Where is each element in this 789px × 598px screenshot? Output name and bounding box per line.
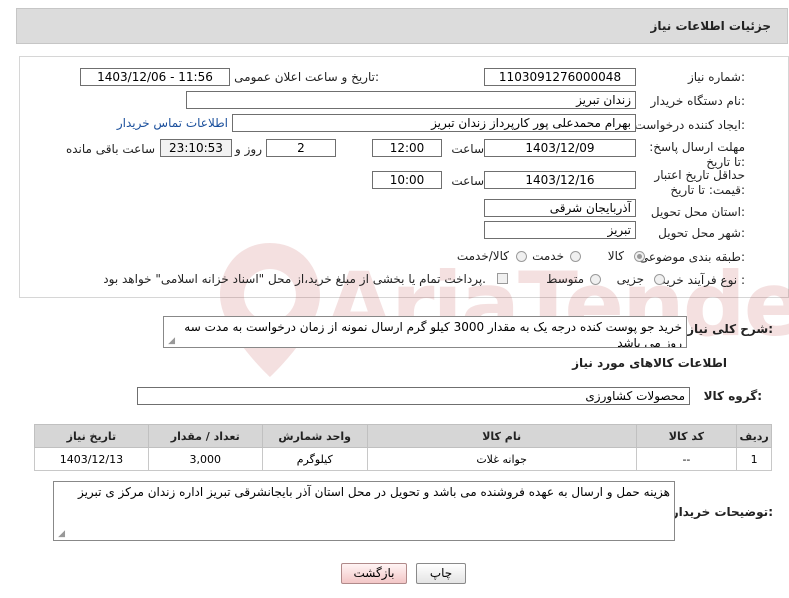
price-validity-time-field: 10:00 <box>372 171 442 189</box>
delivery-city-field: تبریز <box>484 221 636 239</box>
need-number-label: شماره نیاز: <box>687 70 745 84</box>
process-minor-label: جزیی <box>616 272 644 286</box>
goods-group-label: گروه کالا: <box>703 389 762 403</box>
price-validity-label: حداقل تاریخ اعتبار قیمت: تا تاریخ: <box>654 168 745 197</box>
requester-field: بهرام محمدعلی پور کارپرداز زندان تبریز <box>232 114 636 132</box>
resize-grip-icon: ◢ <box>58 529 65 539</box>
col-qty-header: تعداد / مقدار <box>147 424 263 448</box>
print-button[interactable]: چاپ <box>416 563 466 584</box>
buyer-org-field: زندان تبریز <box>186 91 636 109</box>
reply-deadline-time-label: ساعت <box>451 142 484 156</box>
delivery-province-label: استان محل تحویل: <box>650 205 745 219</box>
row-number-cell: 1 <box>736 447 772 471</box>
price-validity-time-label: ساعت <box>451 174 484 188</box>
category-goods-service-label: کالا/خدمت <box>456 249 509 263</box>
treasury-payment-note: پرداخت تمام یا بخشی از مبلغ خرید،از محل … <box>103 272 486 286</box>
description-label: شرح کلی نیاز: <box>687 322 773 336</box>
category-service-label: خدمت <box>532 249 564 263</box>
description-textarea[interactable]: خرید جو پوست کنده درجه یک به مقدار 3000 … <box>163 316 687 348</box>
process-medium-label: متوسط <box>546 272 584 286</box>
item-qty-cell: 3,000 <box>147 447 263 471</box>
announce-datetime-label: تاریخ و ساعت اعلان عمومی: <box>234 70 379 84</box>
description-text: خرید جو پوست کنده درجه یک به مقدار 3000 … <box>184 320 682 348</box>
reply-deadline-label: مهلت ارسال پاسخ: تا تاریخ: <box>649 140 745 169</box>
announce-datetime-field: 1403/12/06 - 11:56 <box>80 68 230 86</box>
purchase-process-label: نوع فرآیند خرید : <box>660 273 745 287</box>
delivery-city-label: شهر محل تحویل: <box>658 226 745 240</box>
category-service-radio[interactable] <box>570 251 581 262</box>
requester-label: ایجاد کننده درخواست: <box>634 118 745 132</box>
buyer-notes-textarea[interactable]: هزینه حمل و ارسال به عهده فروشنده می باش… <box>53 481 675 541</box>
price-validity-date-field: 1403/12/16 <box>484 171 636 189</box>
items-section-title: اطلاعات کالاهای مورد نیاز <box>572 356 727 370</box>
item-date-cell: 1403/12/13 <box>34 447 149 471</box>
goods-group-field: محصولات کشاورزی <box>137 387 690 405</box>
items-table: ردیف کد کالا نام کالا واحد شمارش تعداد /… <box>34 424 772 471</box>
col-unit-header: واحد شمارش <box>261 424 368 448</box>
buyer-contact-link[interactable]: اطلاعات تماس خریدار <box>117 116 228 130</box>
back-button[interactable]: بازگشت <box>341 563 407 584</box>
remaining-time-label: ساعت باقی مانده <box>65 142 155 156</box>
need-number-field: 1103091276000048 <box>484 68 636 86</box>
item-unit-cell: کیلوگرم <box>261 447 368 471</box>
col-code-header: کد کالا <box>635 424 738 448</box>
buyer-notes-text: هزینه حمل و ارسال به عهده فروشنده می باش… <box>77 485 670 499</box>
item-code-cell: -- <box>635 447 738 471</box>
col-date-header: تاریخ نیاز <box>34 424 149 448</box>
item-name-cell: جوانه غلات <box>366 447 637 471</box>
page-title: جزئیات اطلاعات نیاز <box>650 19 771 33</box>
col-row-header: ردیف <box>736 424 772 448</box>
process-minor-radio[interactable] <box>654 274 665 285</box>
items-table-header-row: ردیف کد کالا نام کالا واحد شمارش تعداد /… <box>34 424 772 448</box>
remaining-days-label: روز و <box>235 142 262 156</box>
process-medium-radio[interactable] <box>590 274 601 285</box>
buyer-org-label: نام دستگاه خریدار: <box>650 94 746 108</box>
page-header: جزئیات اطلاعات نیاز <box>16 8 788 44</box>
remaining-time-field: 23:10:53 <box>160 139 232 157</box>
table-row: 1 -- جوانه غلات کیلوگرم 3,000 1403/12/13 <box>34 447 772 471</box>
reply-deadline-date-field: 1403/12/09 <box>484 139 636 157</box>
col-name-header: نام کالا <box>366 424 637 448</box>
resize-grip-icon: ◢ <box>168 336 175 346</box>
category-goods-service-radio[interactable] <box>516 251 527 262</box>
delivery-province-field: آذربایجان شرقی <box>484 199 636 217</box>
category-label: طبقه بندی موضوعی: <box>638 250 745 264</box>
buyer-notes-label: توضیحات خریدار: <box>671 505 773 519</box>
category-goods-radio[interactable] <box>634 251 645 262</box>
reply-deadline-time-field: 12:00 <box>372 139 442 157</box>
treasury-payment-checkbox[interactable] <box>497 273 508 284</box>
category-goods-label: کالا <box>607 249 624 263</box>
remaining-days-field: 2 <box>266 139 336 157</box>
